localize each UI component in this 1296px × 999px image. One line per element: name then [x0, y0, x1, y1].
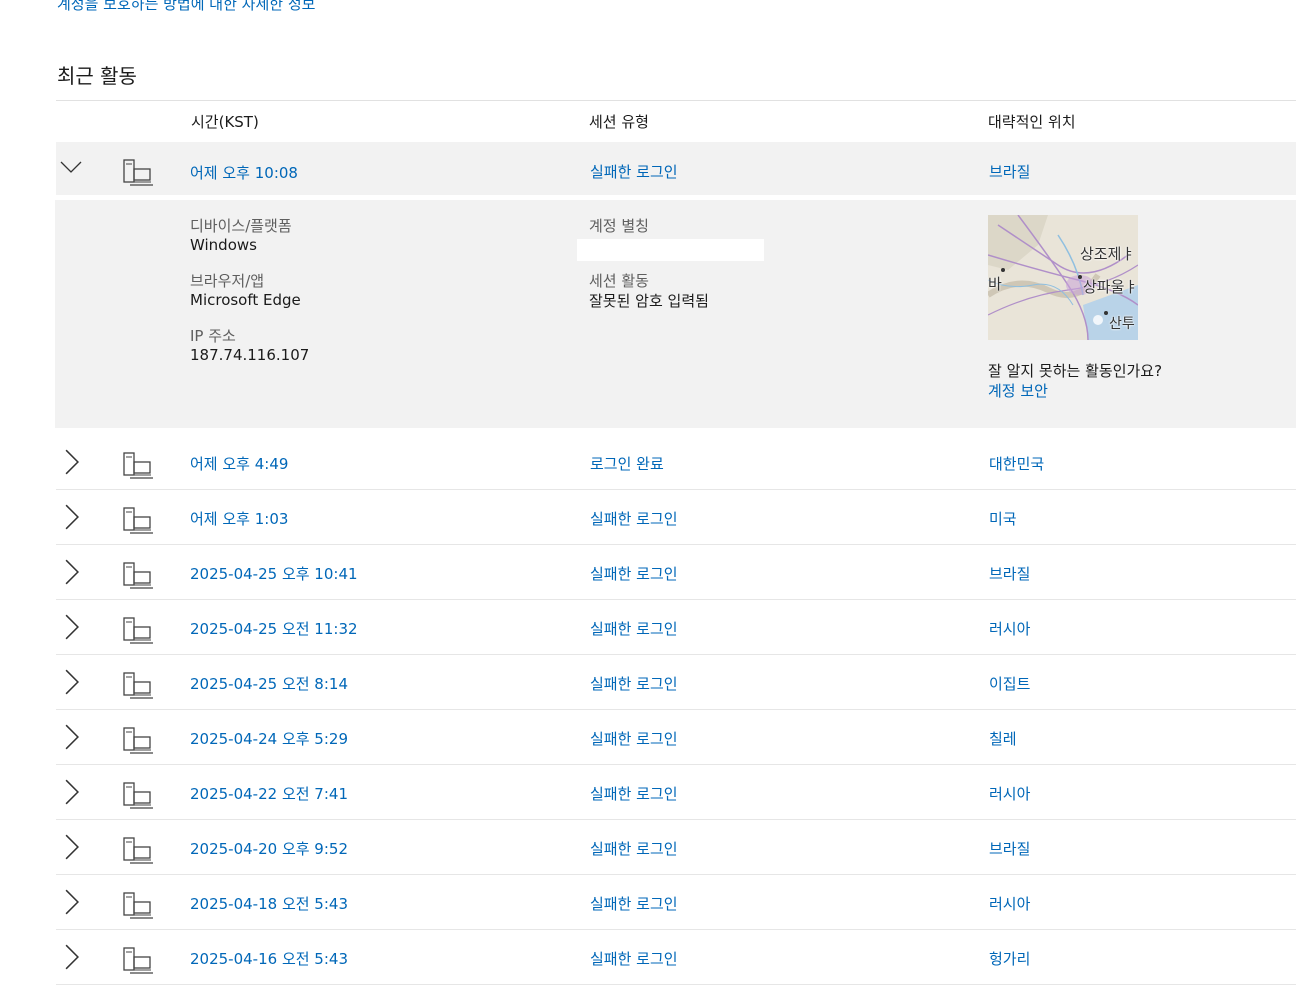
account-alias-redacted — [577, 239, 764, 261]
activity-row[interactable]: 2025-04-24 오후 5:29 실패한 로그인 칠레 — [56, 710, 1296, 765]
header-divider — [56, 100, 1296, 101]
activity-time-link[interactable]: 2025-04-22 오전 7:41 — [190, 783, 348, 804]
chevron-right-icon[interactable] — [62, 504, 82, 530]
activity-location-link[interactable]: 브라질 — [989, 838, 1030, 859]
activity-location-link[interactable]: 브라질 — [989, 563, 1030, 584]
row-divider — [56, 984, 1296, 985]
computer-device-icon — [123, 782, 153, 809]
column-header-location: 대략적인 위치 — [988, 113, 1076, 131]
activity-time-link[interactable]: 2025-04-20 오후 9:52 — [190, 838, 348, 859]
section-title: 최근 활동 — [57, 64, 137, 88]
activity-session-type-link[interactable]: 실패한 로그인 — [590, 618, 678, 639]
activity-session-type-link[interactable]: 실패한 로그인 — [590, 563, 678, 584]
activity-time-link[interactable]: 2025-04-25 오전 8:14 — [190, 673, 348, 694]
chevron-right-icon[interactable] — [62, 669, 82, 695]
computer-device-icon — [123, 727, 153, 754]
secure-account-link[interactable]: 계정 보안 — [988, 380, 1048, 401]
computer-device-icon — [123, 617, 153, 644]
chevron-right-icon[interactable] — [62, 944, 82, 970]
browser-app-value: Microsoft Edge — [190, 291, 301, 309]
computer-device-icon — [123, 159, 153, 186]
activity-session-type-link[interactable]: 실패한 로그인 — [590, 948, 678, 969]
activity-time-link[interactable]: 2025-04-25 오후 10:41 — [190, 563, 358, 584]
column-header-time: 시간(KST) — [191, 113, 259, 131]
activity-session-type-link[interactable]: 실패한 로그인 — [590, 783, 678, 804]
ip-address-label: IP 주소 — [190, 327, 236, 345]
activity-time-link[interactable]: 2025-04-18 오전 5:43 — [190, 893, 348, 914]
activity-row[interactable]: 어제 오후 4:49 로그인 완료 대한민국 — [56, 435, 1296, 490]
computer-device-icon — [123, 672, 153, 699]
browser-app-label: 브라우저/앱 — [190, 272, 265, 290]
map-label-2: 바 — [988, 275, 1002, 293]
activity-location-link[interactable]: 헝가리 — [989, 948, 1030, 969]
chevron-right-icon[interactable] — [62, 449, 82, 475]
chevron-right-icon[interactable] — [62, 614, 82, 640]
computer-device-icon — [123, 947, 153, 974]
activity-row-expanded[interactable]: 어제 오후 10:08 실패한 로그인 브라질 — [56, 142, 1296, 195]
activity-session-type-link[interactable]: 실패한 로그인 — [590, 838, 678, 859]
activity-time-link[interactable]: 2025-04-24 오후 5:29 — [190, 728, 348, 749]
activity-session-type-link[interactable]: 실패한 로그인 — [590, 673, 678, 694]
chevron-right-icon[interactable] — [62, 834, 82, 860]
computer-device-icon — [123, 452, 153, 479]
activity-row[interactable]: 2025-04-22 오전 7:41 실패한 로그인 러시아 — [56, 765, 1296, 820]
activity-row[interactable]: 2025-04-25 오전 8:14 실패한 로그인 이집트 — [56, 655, 1296, 710]
activity-session-type-link[interactable]: 실패한 로그인 — [590, 161, 678, 182]
activity-location-link[interactable]: 러시아 — [989, 783, 1030, 804]
activity-location-link[interactable]: 칠레 — [989, 728, 1017, 749]
activity-row[interactable]: 2025-04-20 오후 9:52 실패한 로그인 브라질 — [56, 820, 1296, 875]
activity-location-link[interactable]: 미국 — [989, 508, 1017, 529]
location-map[interactable]: 상조제ㅑ 바 상파울ㅑ 산투 — [988, 215, 1138, 340]
session-activity-value: 잘못된 암호 입력됨 — [589, 292, 709, 310]
activity-time-link[interactable]: 2025-04-16 오전 5:43 — [190, 948, 348, 969]
map-label-3: 상파울ㅑ — [1083, 278, 1138, 296]
activity-location-link[interactable]: 러시아 — [989, 893, 1030, 914]
computer-device-icon — [123, 892, 153, 919]
activity-location-link[interactable]: 브라질 — [989, 161, 1030, 182]
chevron-down-icon[interactable] — [60, 160, 82, 174]
account-alias-label: 계정 별칭 — [589, 217, 649, 235]
computer-device-icon — [123, 562, 153, 589]
chevron-right-icon[interactable] — [62, 779, 82, 805]
activity-time-link[interactable]: 어제 오후 4:49 — [190, 453, 288, 474]
activity-row[interactable]: 2025-04-16 오전 5:43 실패한 로그인 헝가리 — [56, 930, 1296, 985]
activity-session-type-link[interactable]: 실패한 로그인 — [590, 893, 678, 914]
activity-row[interactable]: 2025-04-25 오후 10:41 실패한 로그인 브라질 — [56, 545, 1296, 600]
activity-detail-panel: 디바이스/플랫폼 Windows 브라우저/앱 Microsoft Edge I… — [55, 200, 1296, 428]
account-protection-info-link[interactable]: 계정을 보호하는 방법에 대한 자세한 정보 — [57, 0, 315, 14]
chevron-right-icon[interactable] — [62, 559, 82, 585]
map-label-4: 산투 — [1109, 316, 1135, 332]
activity-row[interactable]: 2025-04-25 오전 11:32 실패한 로그인 러시아 — [56, 600, 1296, 655]
activity-row[interactable]: 2025-04-18 오전 5:43 실패한 로그인 러시아 — [56, 875, 1296, 930]
activity-time-link[interactable]: 어제 오후 10:08 — [190, 162, 298, 183]
device-platform-value: Windows — [190, 236, 257, 254]
unknown-activity-question: 잘 알지 못하는 활동인가요? — [988, 362, 1163, 380]
device-platform-label: 디바이스/플랫폼 — [190, 217, 292, 235]
chevron-right-icon[interactable] — [62, 889, 82, 915]
map-label-1: 상조제ㅑ — [1080, 245, 1136, 263]
activity-location-link[interactable]: 대한민국 — [989, 453, 1044, 474]
column-header-session-type: 세션 유형 — [589, 113, 649, 131]
activity-session-type-link[interactable]: 실패한 로그인 — [590, 508, 678, 529]
activity-session-type-link[interactable]: 로그인 완료 — [590, 453, 664, 474]
session-activity-label: 세션 활동 — [589, 272, 649, 290]
computer-device-icon — [123, 837, 153, 864]
ip-address-value: 187.74.116.107 — [190, 346, 310, 364]
activity-session-type-link[interactable]: 실패한 로그인 — [590, 728, 678, 749]
activity-row[interactable]: 어제 오후 1:03 실패한 로그인 미국 — [56, 490, 1296, 545]
chevron-right-icon[interactable] — [62, 724, 82, 750]
activity-time-link[interactable]: 어제 오후 1:03 — [190, 508, 288, 529]
activity-time-link[interactable]: 2025-04-25 오전 11:32 — [190, 618, 358, 639]
activity-location-link[interactable]: 이집트 — [989, 673, 1030, 694]
computer-device-icon — [123, 507, 153, 534]
activity-location-link[interactable]: 러시아 — [989, 618, 1030, 639]
